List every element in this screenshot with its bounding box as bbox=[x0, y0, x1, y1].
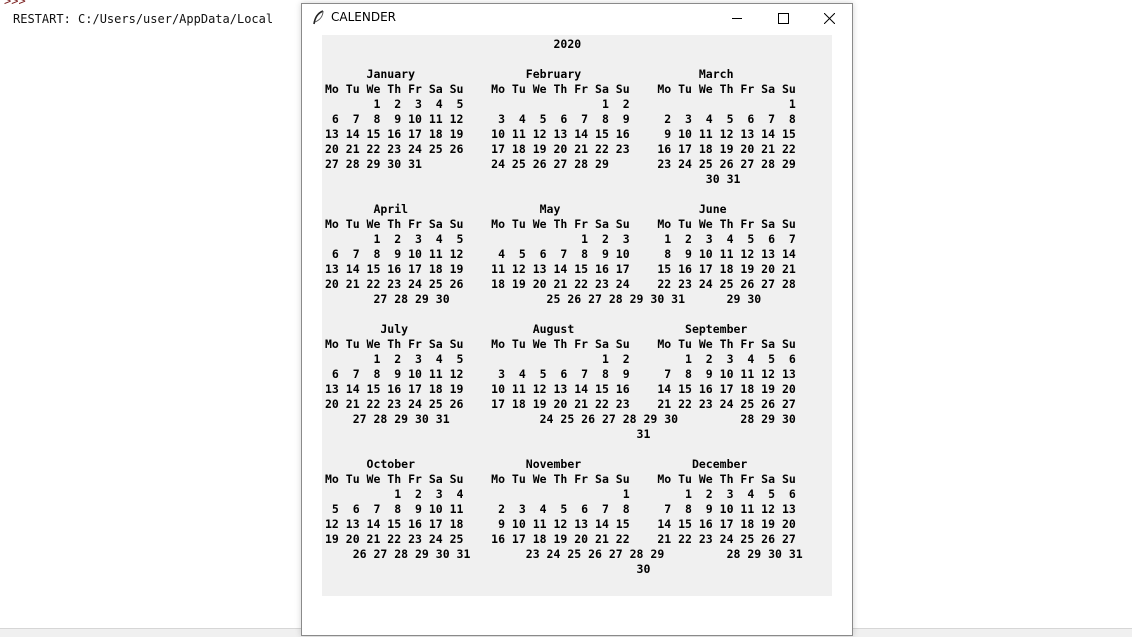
calendar-line: Mo Tu We Th Fr Sa Su Mo Tu We Th Fr Sa S… bbox=[325, 337, 796, 351]
calendar-line: 13 14 15 16 17 18 19 11 12 13 14 15 16 1… bbox=[325, 262, 796, 276]
calendar-line: 26 27 28 29 30 31 23 24 25 26 27 28 29 2… bbox=[325, 547, 803, 561]
calendar-line: Mo Tu We Th Fr Sa Su Mo Tu We Th Fr Sa S… bbox=[325, 82, 796, 96]
calendar-line: 20 21 22 23 24 25 26 18 19 20 21 22 23 2… bbox=[325, 277, 796, 291]
calendar-line: 1 2 3 4 5 1 2 1 2 3 4 5 6 bbox=[325, 352, 796, 366]
calendar-line: 1 2 3 4 5 1 2 1 bbox=[325, 97, 796, 111]
calendar-line: 13 14 15 16 17 18 19 10 11 12 13 14 15 1… bbox=[325, 127, 796, 141]
calendar-text-area: 2020 January February March Mo Tu We Th … bbox=[322, 35, 832, 596]
calendar-line: Mo Tu We Th Fr Sa Su Mo Tu We Th Fr Sa S… bbox=[325, 217, 796, 231]
calendar-line: 6 7 8 9 10 11 12 4 5 6 7 8 9 10 8 9 10 1… bbox=[325, 247, 796, 261]
close-button[interactable] bbox=[806, 4, 852, 33]
calendar-line: October November December bbox=[325, 457, 748, 471]
calendar-line: July August September bbox=[325, 322, 748, 336]
shell-restart-line: RESTART: C:/Users/user/AppData/Local bbox=[13, 12, 274, 26]
maximize-button[interactable] bbox=[760, 4, 806, 33]
shell-prompt: >>> bbox=[4, 0, 26, 8]
calendar-line: 31 bbox=[325, 427, 651, 441]
maximize-icon bbox=[777, 13, 789, 24]
calendar-line: 30 31 bbox=[325, 172, 741, 186]
minimize-button[interactable] bbox=[714, 4, 760, 33]
calendar-line: 6 7 8 9 10 11 12 3 4 5 6 7 8 9 7 8 9 10 … bbox=[325, 367, 796, 381]
calendar-window: CALENDER 2020 January February March Mo … bbox=[301, 3, 853, 636]
calendar-line: 5 6 7 8 9 10 11 2 3 4 5 6 7 8 7 8 9 10 1… bbox=[325, 502, 796, 516]
calendar-line: 27 28 29 30 25 26 27 28 29 30 31 29 30 bbox=[325, 292, 762, 306]
calendar-line: April May June bbox=[325, 202, 727, 216]
calendar-line: 20 21 22 23 24 25 26 17 18 19 20 21 22 2… bbox=[325, 397, 796, 411]
calendar-line: January February March bbox=[325, 67, 734, 81]
calendar-line: 20 21 22 23 24 25 26 17 18 19 20 21 22 2… bbox=[325, 142, 796, 156]
calendar-line: 30 bbox=[325, 562, 651, 576]
window-title: CALENDER bbox=[331, 10, 396, 24]
calendar-year-text: 2020 January February March Mo Tu We Th … bbox=[325, 37, 803, 577]
calendar-line: Mo Tu We Th Fr Sa Su Mo Tu We Th Fr Sa S… bbox=[325, 472, 796, 486]
calendar-line: 27 28 29 30 31 24 25 26 27 28 29 23 24 2… bbox=[325, 157, 796, 171]
calendar-line: 19 20 21 22 23 24 25 16 17 18 19 20 21 2… bbox=[325, 532, 796, 546]
calendar-line: 1 2 3 4 5 1 2 3 1 2 3 4 5 6 7 bbox=[325, 232, 796, 246]
calendar-line: 6 7 8 9 10 11 12 3 4 5 6 7 8 9 2 3 4 5 6… bbox=[325, 112, 796, 126]
calendar-line: 13 14 15 16 17 18 19 10 11 12 13 14 15 1… bbox=[325, 382, 796, 396]
calendar-line: 2020 bbox=[325, 37, 582, 51]
close-icon bbox=[823, 13, 835, 24]
calendar-line: 1 2 3 4 1 1 2 3 4 5 6 bbox=[325, 487, 796, 501]
feather-icon bbox=[312, 10, 326, 26]
title-bar[interactable]: CALENDER bbox=[302, 4, 852, 33]
calendar-line: 12 13 14 15 16 17 18 9 10 11 12 13 14 15… bbox=[325, 517, 796, 531]
minimize-icon bbox=[731, 13, 743, 24]
calendar-line: 27 28 29 30 31 24 25 26 27 28 29 30 28 2… bbox=[325, 412, 796, 426]
